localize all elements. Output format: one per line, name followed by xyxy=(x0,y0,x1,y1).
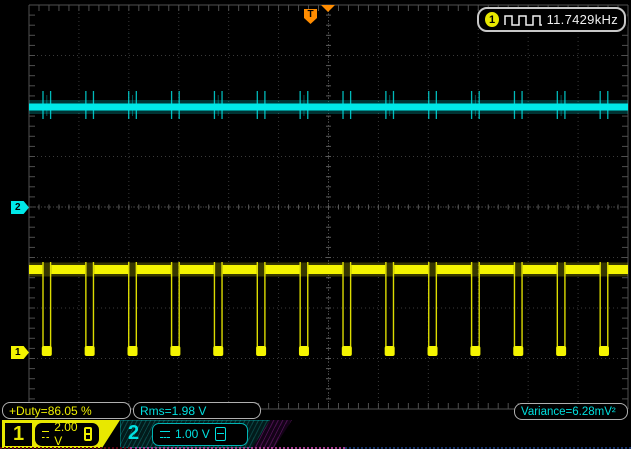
frequency-counter: 1 11.7429kHz xyxy=(477,7,626,32)
square-wave-icon xyxy=(504,14,542,26)
channel2-badge[interactable]: 2 1.00 V xyxy=(120,420,270,448)
waveform-display xyxy=(28,4,629,410)
bottom-edge-line-blue xyxy=(345,446,631,449)
dc-coupling-icon xyxy=(160,431,170,438)
channel1-settings: 2.00 V xyxy=(35,423,99,446)
bottom-edge-line-red xyxy=(0,446,130,449)
channel1-number: 1 xyxy=(5,423,32,446)
trigger-position-marker[interactable] xyxy=(321,5,335,12)
measurement-rms: Rms=1.98 V xyxy=(133,402,261,419)
memory-icon xyxy=(215,427,226,441)
memory-icon xyxy=(84,427,92,441)
channel2-digit: 2 xyxy=(128,422,140,444)
channel1-scale: 2.00 V xyxy=(54,420,78,448)
channel2-settings: 1.00 V xyxy=(152,423,248,446)
channel1-badge[interactable]: 1 2.00 V xyxy=(2,420,120,448)
measurement-duty: +Duty=86.05 % xyxy=(2,402,131,419)
channel2-scale: 1.00 V xyxy=(175,427,210,441)
frequency-source-channel: 1 xyxy=(485,12,500,27)
measurement-variance: Variance=6.28mV² xyxy=(514,403,628,420)
channel1-digit: 1 xyxy=(12,423,25,445)
frequency-value: 11.7429kHz xyxy=(546,12,618,27)
bottom-edge-line-magenta xyxy=(130,446,345,449)
dc-coupling-icon xyxy=(42,431,49,438)
graticule xyxy=(28,4,629,410)
